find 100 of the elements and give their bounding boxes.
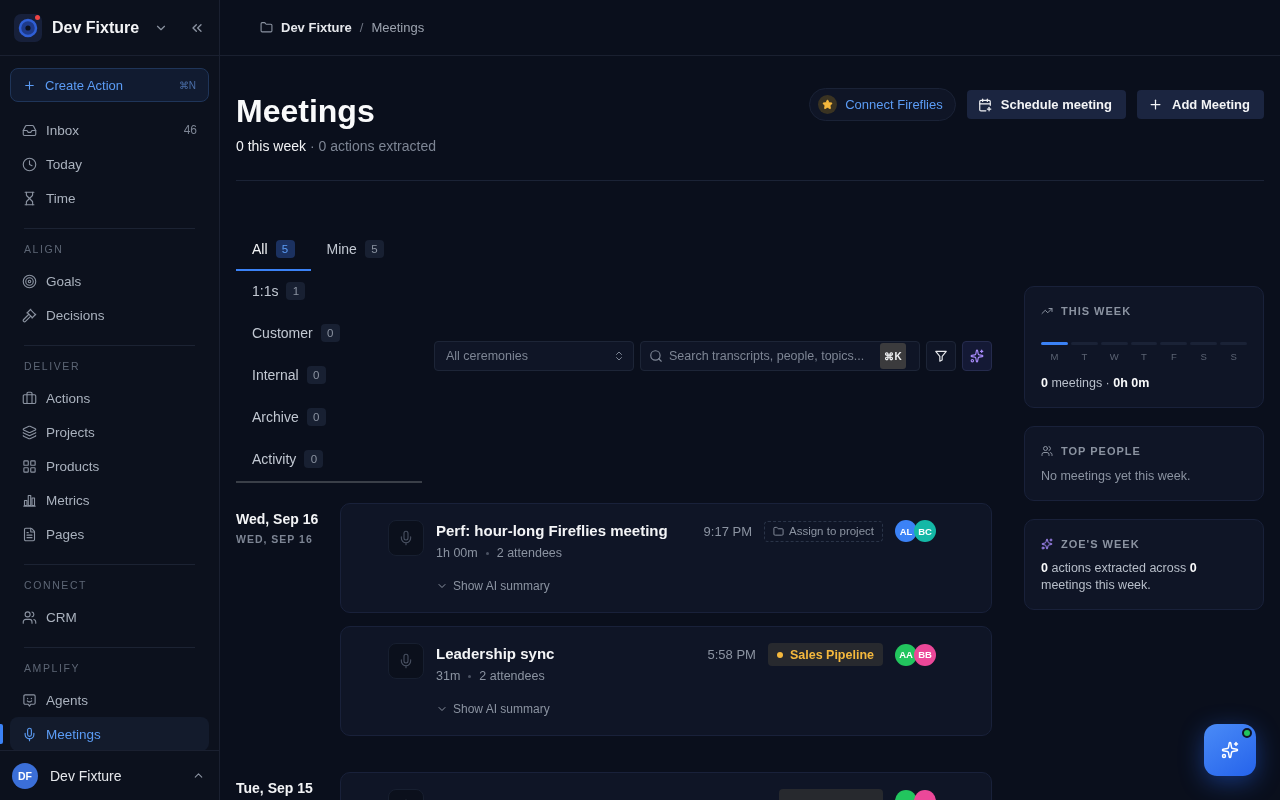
- nav-item[interactable]: Projects: [10, 415, 209, 449]
- filter-tab[interactable]: Archive 0: [236, 397, 342, 439]
- filter-tab[interactable]: All 5: [236, 229, 311, 271]
- count-badge: 0: [320, 324, 340, 342]
- day-label: M: [1049, 351, 1060, 363]
- week-summary: 0 meetings · 0h 0m: [1041, 375, 1151, 392]
- attendee-avatar: AA: [895, 643, 917, 666]
- microphone-icon: [388, 643, 424, 679]
- week-recap: 0 actions extracted across 0 meetings this week.: [1041, 560, 1198, 594]
- nav-item[interactable]: Inbox 46: [10, 113, 209, 147]
- card-title: TOP PEOPLE: [1061, 445, 1141, 457]
- nav-item[interactable]: Today: [10, 147, 209, 181]
- ai-button[interactable]: [962, 341, 992, 371]
- breadcrumb-separator: /: [359, 20, 364, 35]
- schedule-meeting-button[interactable]: Schedule meeting: [966, 90, 1126, 119]
- keyboard-shortcut: ⌘N: [178, 79, 196, 91]
- bar-chart-icon: [22, 492, 37, 508]
- attendee-avatar: BC: [914, 520, 936, 542]
- inbox-icon: [22, 122, 37, 138]
- assistant-button[interactable]: [1204, 724, 1256, 776]
- filter-tab[interactable]: Activity 0: [236, 439, 340, 481]
- nav-item[interactable]: Goals: [10, 264, 209, 298]
- folder-icon: [260, 21, 273, 34]
- count-label: 46: [183, 123, 197, 137]
- count-badge: 0: [304, 450, 324, 468]
- attendee-avatar: BB: [914, 643, 936, 666]
- nav-item[interactable]: Decisions: [10, 298, 209, 332]
- filter-tab[interactable]: Customer 0: [236, 313, 356, 355]
- trend-up-icon: [1041, 305, 1053, 317]
- gavel-icon: [22, 307, 37, 323]
- people-icon: [1041, 445, 1053, 457]
- nav-item[interactable]: Products: [10, 449, 209, 483]
- date-heading: Tue, Sep 15: [236, 779, 314, 797]
- meeting-title: Leadership sync: [436, 644, 556, 664]
- filter-tab[interactable]: 1:1s 1: [236, 271, 322, 313]
- nav-item[interactable]: Pages: [10, 517, 209, 551]
- app-logo-icon: [14, 13, 42, 42]
- day-label: T: [1140, 351, 1148, 363]
- page-summary: 0 this week · 0 actions extracted: [236, 137, 436, 156]
- connect-integration-button[interactable]: Connect Fireflies: [809, 88, 956, 121]
- nav-item[interactable]: Actions: [10, 381, 209, 415]
- meeting-card[interactable]: Perf: hour-long Fireflies meeting 1h 00m 2 attendees 9:17 PM Assign to project AL BC Show AI summary: [340, 503, 992, 613]
- attendee-avatar: AL: [895, 520, 917, 542]
- count-badge: 0: [306, 366, 326, 384]
- briefcase-icon: [22, 390, 37, 406]
- day-label: W: [1108, 351, 1120, 363]
- microphone-icon: [388, 520, 424, 556]
- day-label: S: [1199, 351, 1208, 363]
- meeting-duration: 31m: [436, 668, 461, 685]
- date-caption: WED, SEP 16: [236, 532, 314, 546]
- nav-item[interactable]: Time: [10, 181, 209, 215]
- microphone-icon: [22, 726, 37, 742]
- section-heading: ALIGN: [23, 242, 65, 257]
- add-meeting-button[interactable]: Add Meeting: [1137, 90, 1264, 119]
- attendee-count: 2 attendees: [496, 545, 563, 562]
- ceremony-select[interactable]: All ceremonies: [434, 341, 634, 371]
- nav-item[interactable]: Agents: [10, 683, 209, 717]
- selection-indicator: [0, 724, 3, 744]
- chevron-updown-icon: [613, 350, 625, 362]
- clock-icon: [22, 156, 37, 172]
- nav-item[interactable]: CRM: [10, 600, 209, 634]
- project-tag: Sales Pipeline: [767, 643, 883, 666]
- section-heading: DELIVER: [23, 359, 82, 374]
- filter-tab[interactable]: Mine 5: [310, 229, 400, 271]
- count-badge: 1: [286, 282, 306, 300]
- hourglass-icon: [22, 190, 37, 206]
- day-label: T: [1080, 351, 1089, 363]
- filter-button[interactable]: [926, 341, 956, 371]
- create-action-button[interactable]: Create Action ⌘N: [10, 68, 209, 102]
- count-badge: 5: [364, 240, 384, 258]
- count-badge: 0: [306, 408, 326, 426]
- day-label: S: [1229, 351, 1238, 363]
- show-summary-button[interactable]: Show AI summary: [436, 700, 550, 718]
- sparkle-icon: [970, 349, 984, 363]
- chat-bubble-icon: [22, 692, 37, 708]
- nav-item[interactable]: Metrics: [10, 483, 209, 517]
- day-label: F: [1169, 351, 1178, 363]
- empty-message: No meetings yet this week.: [1041, 468, 1192, 485]
- user-name: Dev Fixture: [50, 767, 123, 784]
- assign-project-button[interactable]: Assign to project: [764, 520, 883, 542]
- separator-dot-icon: [468, 674, 472, 678]
- page-title: Meetings: [236, 92, 376, 131]
- date-heading: Wed, Sep 16: [236, 510, 320, 528]
- meeting-time: 5:58 PM: [707, 647, 756, 662]
- attendee-count: 2 attendees: [479, 668, 545, 685]
- count-badge: 5: [275, 240, 295, 258]
- folder-icon: [773, 525, 784, 537]
- plus-icon: [23, 78, 36, 92]
- current-page-label: Meetings: [371, 20, 425, 35]
- people-icon: [22, 609, 37, 625]
- meeting-card[interactable]: Leadership sync 31m 2 attendees 5:58 PM Sales Pipeline AA BB Show AI summary: [340, 626, 992, 736]
- workspace-name: Dev Fixture: [52, 18, 141, 37]
- breadcrumb-link[interactable]: Dev Fixture: [281, 20, 352, 35]
- document-icon: [22, 526, 37, 542]
- user-avatar: DF: [12, 762, 38, 789]
- show-summary-button[interactable]: Show AI summary: [436, 577, 550, 595]
- keyboard-shortcut: ⌘K: [880, 343, 906, 369]
- meeting-title: Perf: hour-long Fireflies meeting: [436, 521, 669, 541]
- filter-tab[interactable]: Internal 0: [236, 355, 342, 397]
- card-title: THIS WEEK: [1061, 305, 1132, 317]
